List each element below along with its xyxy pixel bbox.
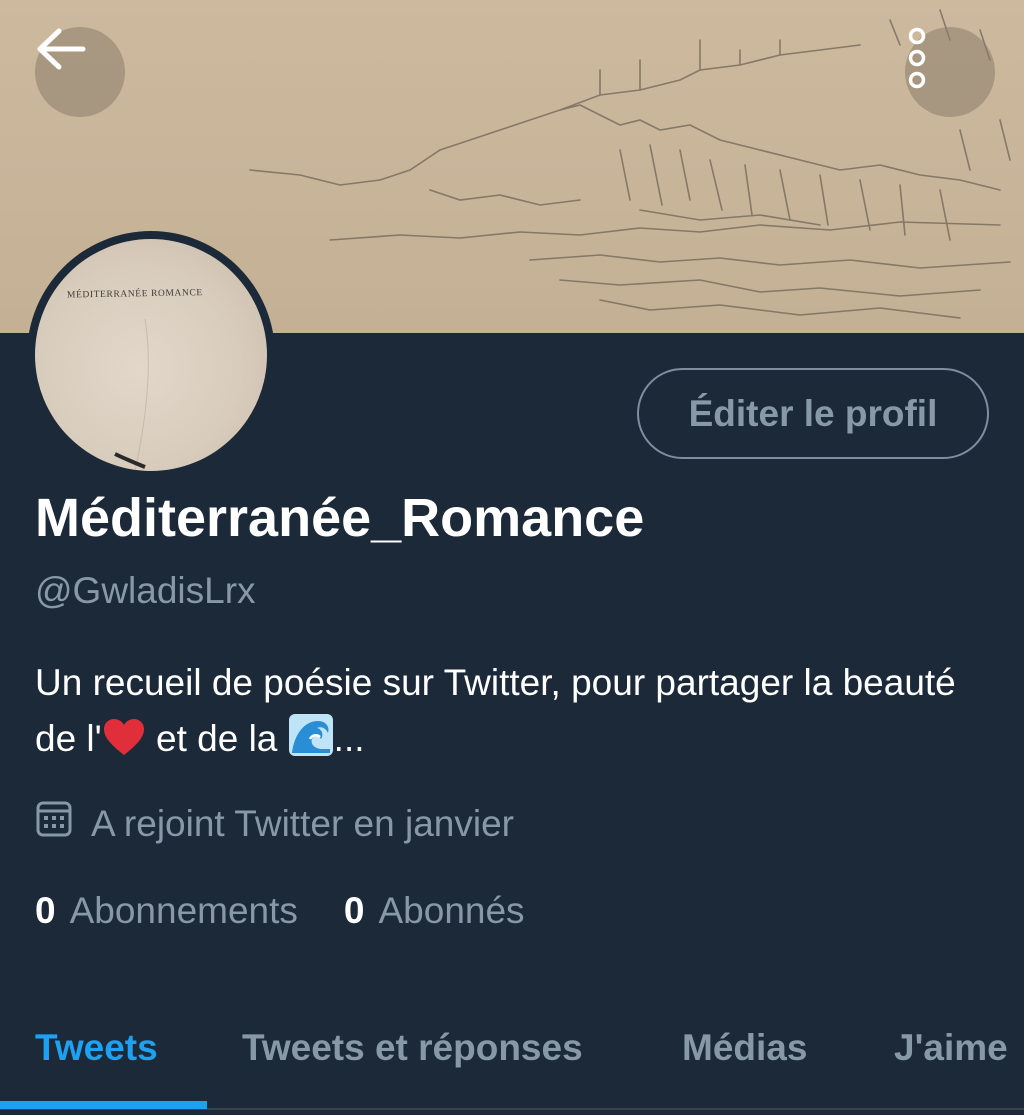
active-tab-indicator — [0, 1101, 207, 1109]
tab-media[interactable]: Médias — [682, 985, 807, 1110]
calendar-icon — [35, 800, 91, 847]
joined-text: A rejoint Twitter en janvier — [91, 802, 514, 844]
followers-label: Abonnés — [378, 890, 525, 931]
following-link[interactable]: 0 Abonnements — [35, 890, 298, 932]
red-heart-emoji-icon — [102, 717, 146, 773]
following-count: 0 — [35, 890, 56, 931]
edit-profile-button[interactable]: Éditer le profil — [637, 368, 989, 459]
followers-link[interactable]: 0 Abonnés — [344, 890, 525, 932]
followers-count: 0 — [343, 890, 365, 931]
profile-bio: Un recueil de poésie sur Twitter, pour p… — [35, 655, 995, 773]
water-wave-emoji-icon — [288, 713, 334, 773]
avatar-shading — [114, 318, 149, 471]
profile-tabs: Tweets Tweets et réponses Médias J'aime — [0, 985, 1024, 1115]
display-name: Méditerranée_Romance — [35, 488, 645, 548]
more-options-button[interactable] — [905, 27, 995, 117]
following-label: Abonnements — [69, 890, 298, 931]
bio-text-2: et de la — [145, 718, 288, 759]
user-handle: @GwladisLrx — [35, 570, 256, 611]
tab-likes[interactable]: J'aime — [894, 985, 1008, 1110]
joined-date: A rejoint Twitter en janvier — [35, 800, 514, 847]
follow-stats: 0 Abonnements 0 Abonnés — [35, 890, 571, 932]
back-button[interactable] — [35, 27, 125, 117]
tab-tweets-and-replies[interactable]: Tweets et réponses — [242, 985, 583, 1110]
tab-tweets[interactable]: Tweets — [35, 985, 158, 1110]
profile-avatar[interactable]: MÉDITERRANÉE ROMANCE — [27, 231, 275, 479]
avatar-image: MÉDITERRANÉE ROMANCE — [35, 239, 267, 471]
bio-text-3: ... — [333, 718, 365, 759]
